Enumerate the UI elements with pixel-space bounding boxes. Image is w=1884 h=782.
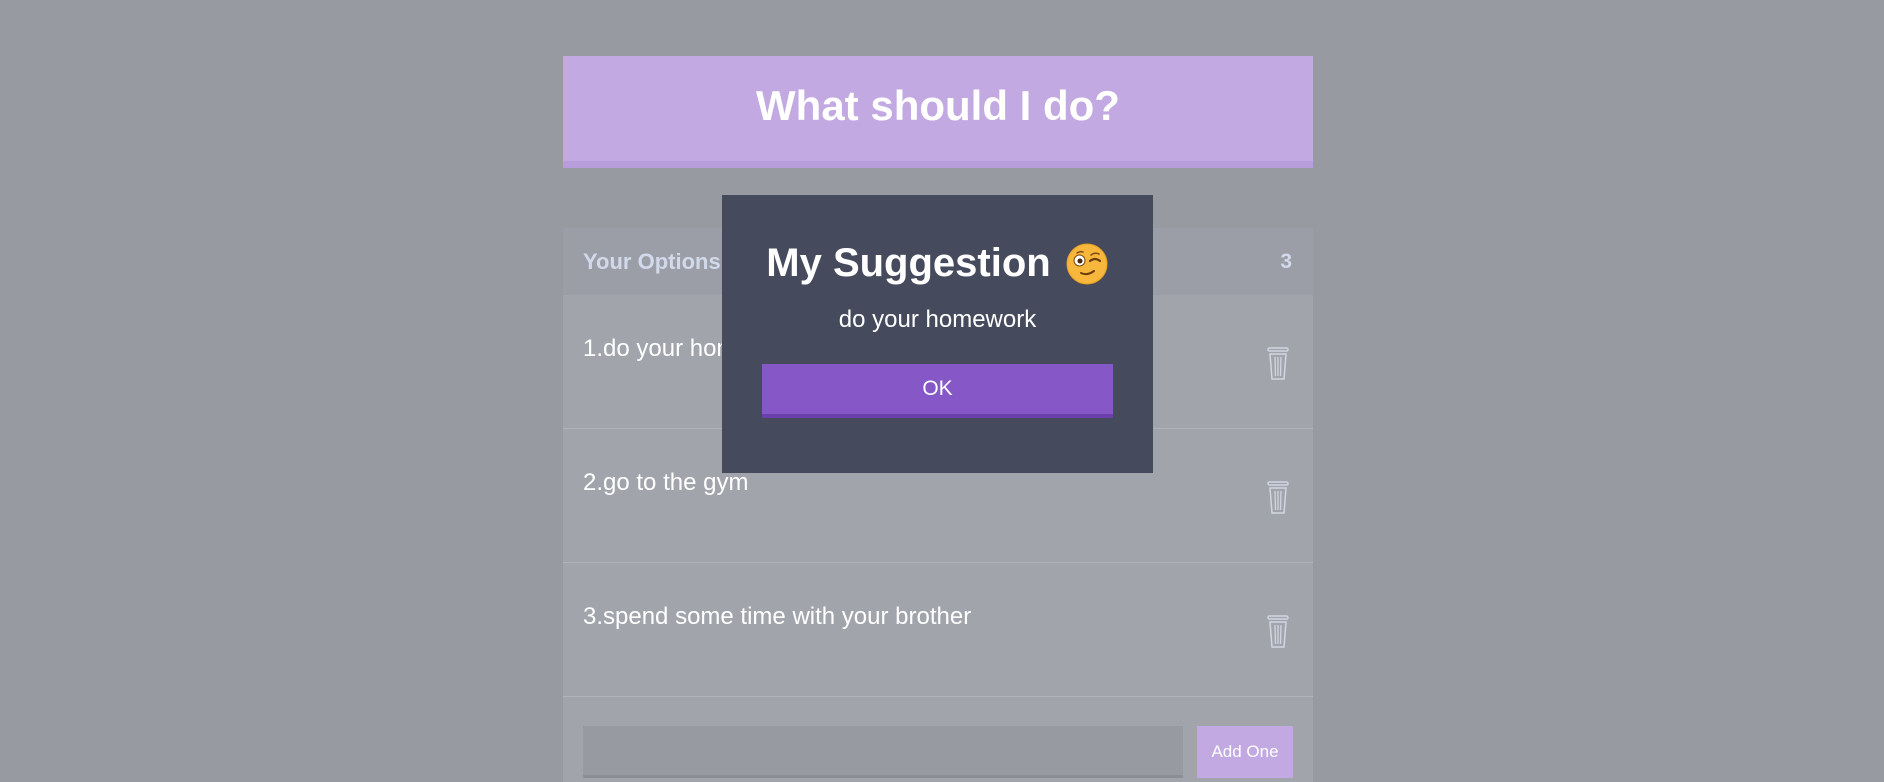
option-item: 3.spend some time with your brother: [563, 563, 1313, 697]
winking-face-icon: [1066, 243, 1108, 284]
trash-icon[interactable]: [1265, 481, 1291, 515]
option-label: 2.go to the gym: [583, 469, 749, 496]
app-title: What should I do?: [756, 81, 1120, 129]
options-count: 3: [1280, 249, 1292, 273]
add-one-button[interactable]: Add One: [1197, 726, 1293, 778]
add-option-form: Add One: [563, 703, 1313, 782]
trash-icon[interactable]: [1265, 615, 1291, 649]
option-label: 3.spend some time with your brother: [583, 603, 972, 630]
modal-title-row: My Suggestion: [766, 241, 1108, 286]
add-option-input[interactable]: [583, 726, 1183, 778]
ok-button[interactable]: OK: [762, 364, 1113, 418]
options-title: Your Options: [583, 248, 721, 274]
modal-title: My Suggestion: [766, 241, 1051, 285]
app-header: What should I do?: [563, 56, 1313, 168]
suggestion-modal: My Suggestion do your homework OK: [722, 195, 1153, 473]
suggestion-text: do your homework: [838, 306, 1037, 333]
trash-icon[interactable]: [1265, 347, 1291, 381]
